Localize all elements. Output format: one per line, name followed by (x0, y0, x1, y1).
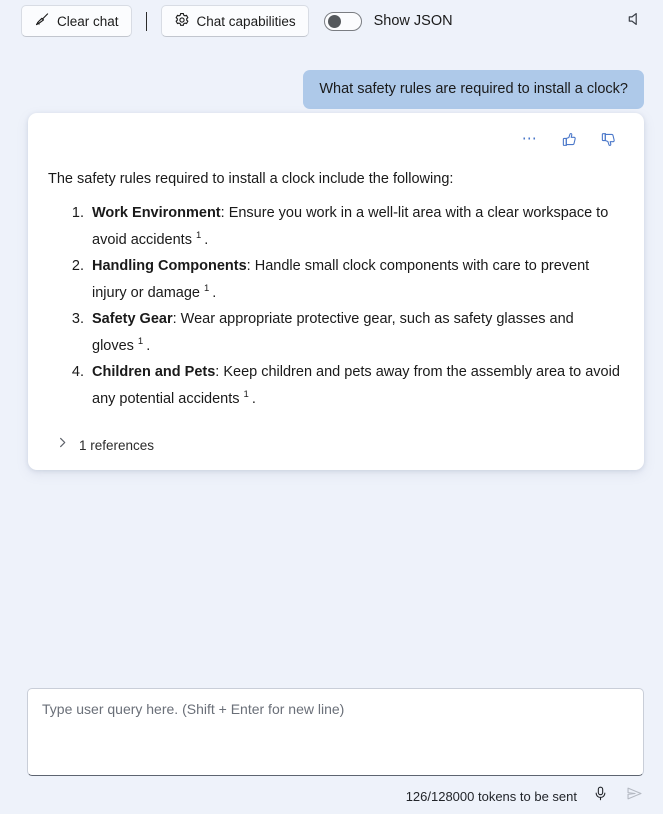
list-item-title: Safety Gear (92, 311, 173, 328)
assistant-message-card: ⋯ The safety rules required to install a… (28, 113, 644, 471)
chevron-right-icon (56, 436, 69, 454)
microphone-icon (592, 785, 609, 807)
clear-chat-label: Clear chat (57, 13, 119, 29)
gear-icon (174, 12, 190, 31)
citation-marker[interactable]: 1 (204, 283, 209, 294)
microphone-button[interactable] (589, 785, 611, 807)
user-message-row: What safety rules are required to instal… (303, 70, 644, 110)
clear-chat-button[interactable]: Clear chat (21, 5, 132, 37)
top-toolbar: Clear chat Chat capabilities Show JSON (0, 0, 663, 42)
ellipsis-icon[interactable]: ⋯ (520, 129, 540, 149)
chat-capabilities-button[interactable]: Chat capabilities (160, 5, 309, 37)
broom-icon (34, 12, 50, 31)
send-icon (625, 784, 644, 808)
references-label: 1 references (79, 437, 155, 453)
assistant-intro-text: The safety rules required to install a c… (48, 171, 454, 187)
list-item: Work Environment: Ensure you work in a w… (88, 200, 624, 253)
list-item-title: Work Environment (92, 205, 221, 222)
chat-capabilities-label: Chat capabilities (196, 13, 296, 29)
chat-messages-area: What safety rules are required to instal… (0, 42, 663, 680)
assistant-answer-list: Work Environment: Ensure you work in a w… (48, 200, 624, 412)
speaker-mute-icon (626, 10, 644, 33)
composer-area (27, 688, 644, 781)
list-item-title: Handling Components (92, 258, 247, 275)
list-item-tail: . (204, 231, 209, 248)
citation-marker[interactable]: 1 (138, 336, 143, 347)
list-item: Handling Components: Handle small clock … (88, 253, 624, 306)
user-message-bubble: What safety rules are required to instal… (303, 70, 644, 110)
list-item-tail: . (251, 390, 256, 407)
assistant-actions: ⋯ (48, 125, 624, 153)
thumbs-up-icon[interactable] (559, 129, 579, 149)
list-item-title: Children and Pets (92, 364, 216, 381)
list-item-tail: . (212, 284, 217, 301)
citation-marker[interactable]: 1 (244, 389, 249, 400)
list-item-tail: . (146, 337, 151, 354)
list-item: Children and Pets: Keep children and pet… (88, 359, 624, 412)
toolbar-divider (145, 11, 147, 31)
citation-marker[interactable]: 1 (196, 230, 201, 241)
show-json-toggle[interactable] (323, 11, 362, 31)
show-json-toggle-group: Show JSON (323, 11, 453, 31)
show-json-label: Show JSON (373, 13, 453, 29)
token-counter: 126/128000 tokens to be sent (405, 788, 577, 804)
thumbs-down-icon[interactable] (598, 129, 618, 149)
composer-footer: 126/128000 tokens to be sent (0, 780, 663, 812)
query-input[interactable] (27, 688, 644, 776)
list-item: Safety Gear: Wear appropriate protective… (88, 306, 624, 359)
toggle-knob (327, 15, 341, 28)
speaker-mute-button[interactable] (619, 5, 651, 37)
references-expander[interactable]: 1 references (48, 436, 624, 454)
send-button[interactable] (623, 785, 645, 807)
